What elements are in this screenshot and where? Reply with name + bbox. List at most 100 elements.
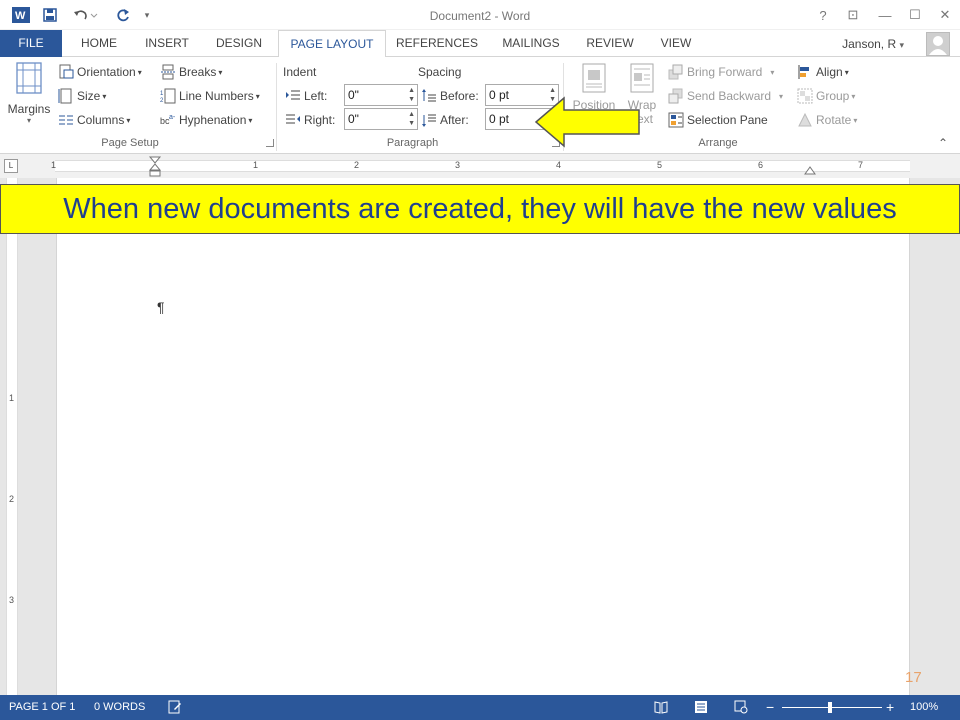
rotate-icon xyxy=(798,112,812,127)
margins-icon xyxy=(16,62,42,94)
restore-button[interactable]: ☐ xyxy=(905,6,925,24)
indent-right-label-row: Right: xyxy=(285,110,335,130)
align-label: Align xyxy=(816,65,843,79)
page-count[interactable]: PAGE 1 OF 1 xyxy=(9,701,75,713)
paragraph-group-label: Paragraph xyxy=(386,137,439,149)
user-account[interactable]: Janson, R ▾ xyxy=(842,37,904,51)
tab-mailings[interactable]: MAILINGS xyxy=(494,30,568,57)
hyphenation-icon: bc a- xyxy=(160,114,176,126)
right-indent-marker-icon[interactable] xyxy=(803,164,817,176)
orientation-label: Orientation xyxy=(77,65,136,79)
indent-left-input[interactable]: 0" ▲ ▼ xyxy=(344,84,418,106)
title-bar: W ▾ Document2 - Word ? ⊡ — ☐ ✕ xyxy=(0,0,960,30)
spacing-after-value: 0 pt xyxy=(489,112,510,126)
pointer-arrow-icon xyxy=(534,96,640,148)
tab-references[interactable]: REFERENCES xyxy=(392,30,482,57)
group-icon xyxy=(797,88,813,104)
ruler-number: 4 xyxy=(556,160,562,170)
paragraph-mark: ¶ xyxy=(157,299,165,315)
columns-label: Columns xyxy=(77,113,125,127)
close-button[interactable]: ✕ xyxy=(935,6,955,24)
align-icon xyxy=(798,65,809,79)
tab-view[interactable]: VIEW xyxy=(650,30,702,57)
ruler-number: 1 xyxy=(253,160,259,170)
slide-number: 17 xyxy=(905,669,922,686)
hyphenation-button[interactable]: bc a- Hyphenation ▾ xyxy=(160,110,252,130)
document-page[interactable]: ¶ xyxy=(56,178,910,695)
collapse-ribbon-icon[interactable]: ⌃ xyxy=(938,136,948,150)
tab-home[interactable]: HOME xyxy=(70,30,128,57)
indent-right-label: Right: xyxy=(304,113,336,127)
bring-forward-icon xyxy=(668,64,683,80)
indent-left-label: Left: xyxy=(304,89,328,103)
selection-pane-icon xyxy=(668,112,684,128)
group-button[interactable]: Group ▾ xyxy=(797,86,855,106)
zoom-out-button[interactable]: − xyxy=(766,699,774,715)
vertical-ruler-number: 2 xyxy=(9,494,15,504)
margins-label: Margins xyxy=(7,102,51,116)
rotate-label: Rotate xyxy=(816,113,852,127)
orientation-button[interactable]: Orientation ▾ xyxy=(58,62,142,82)
zoom-slider[interactable] xyxy=(782,707,882,708)
vertical-ruler: 1 2 3 xyxy=(6,178,18,695)
breaks-icon xyxy=(161,64,175,80)
indent-right-spinner-icon[interactable]: ▲ ▼ xyxy=(408,110,415,128)
columns-button[interactable]: Columns ▾ xyxy=(58,110,130,130)
minimize-button[interactable]: — xyxy=(875,6,895,24)
indent-left-spinner-icon[interactable]: ▲ ▼ xyxy=(408,86,415,104)
help-button[interactable]: ? xyxy=(813,6,833,24)
breaks-button[interactable]: Breaks ▾ xyxy=(160,62,222,82)
callout-banner: When new documents are created, they wil… xyxy=(0,184,960,234)
spacing-before-label-row: Before: xyxy=(421,86,479,106)
tab-insert[interactable]: INSERT xyxy=(138,30,196,57)
svg-text:a-: a- xyxy=(169,114,176,121)
svg-text:1: 1 xyxy=(160,91,164,97)
indent-left-value: 0" xyxy=(348,88,359,102)
svg-text:2: 2 xyxy=(160,98,164,104)
web-layout-icon[interactable] xyxy=(734,700,748,714)
ruler-track[interactable]: 1 1 2 3 4 5 6 7 xyxy=(51,160,910,172)
tab-selector-button[interactable]: L xyxy=(4,159,18,173)
orientation-icon xyxy=(59,64,74,79)
align-button[interactable]: Align ▾ xyxy=(797,62,849,82)
read-mode-icon[interactable] xyxy=(654,700,668,714)
ruler-number: 2 xyxy=(354,160,360,170)
bring-forward-button[interactable]: Bring Forward ▾ xyxy=(668,62,774,82)
line-numbers-button[interactable]: 12 Line Numbers ▾ xyxy=(160,86,260,106)
zoom-in-button[interactable]: + xyxy=(886,699,894,715)
page-setup-launcher-icon[interactable] xyxy=(266,139,274,147)
indent-right-value: 0" xyxy=(348,112,359,126)
ruler-number: 5 xyxy=(657,160,663,170)
ribbon-display-button[interactable]: ⊡ xyxy=(843,6,863,24)
margins-caret-icon: ▾ xyxy=(26,116,31,125)
columns-icon xyxy=(59,115,73,125)
zoom-level[interactable]: 100% xyxy=(910,701,938,713)
proofing-icon[interactable] xyxy=(168,700,182,714)
size-icon xyxy=(58,88,72,104)
tab-file[interactable]: FILE xyxy=(0,30,62,57)
selection-pane-button[interactable]: Selection Pane xyxy=(668,110,768,130)
word-count[interactable]: 0 WORDS xyxy=(94,701,145,713)
tab-review[interactable]: REVIEW xyxy=(580,30,640,57)
ruler-number: 3 xyxy=(455,160,461,170)
line-numbers-icon: 12 xyxy=(160,88,176,104)
document-area: 1 2 3 ¶ 17 xyxy=(0,178,960,695)
send-backward-button[interactable]: Send Backward ▾ xyxy=(668,86,783,106)
spacing-after-label-row: After: xyxy=(421,110,469,130)
avatar[interactable] xyxy=(926,32,950,56)
hyphenation-label: Hyphenation xyxy=(179,113,247,127)
breaks-label: Breaks xyxy=(179,65,217,79)
margins-button[interactable]: Margins ▾ xyxy=(6,61,52,131)
size-button[interactable]: Size ▾ xyxy=(58,86,106,106)
indent-right-input[interactable]: 0" ▲ ▼ xyxy=(344,108,418,130)
rotate-button[interactable]: Rotate ▾ xyxy=(797,110,857,130)
tab-design[interactable]: DESIGN xyxy=(208,30,270,57)
line-numbers-label: Line Numbers xyxy=(179,89,254,103)
zoom-slider-thumb[interactable] xyxy=(828,702,832,713)
left-indent-marker-icon[interactable] xyxy=(148,156,162,178)
print-layout-icon[interactable] xyxy=(694,700,708,714)
arrange-group-label: Arrange xyxy=(698,137,738,149)
user-name: Janson, R xyxy=(842,37,897,51)
tab-page-layout[interactable]: PAGE LAYOUT xyxy=(278,30,386,58)
spacing-after-icon xyxy=(422,114,436,127)
